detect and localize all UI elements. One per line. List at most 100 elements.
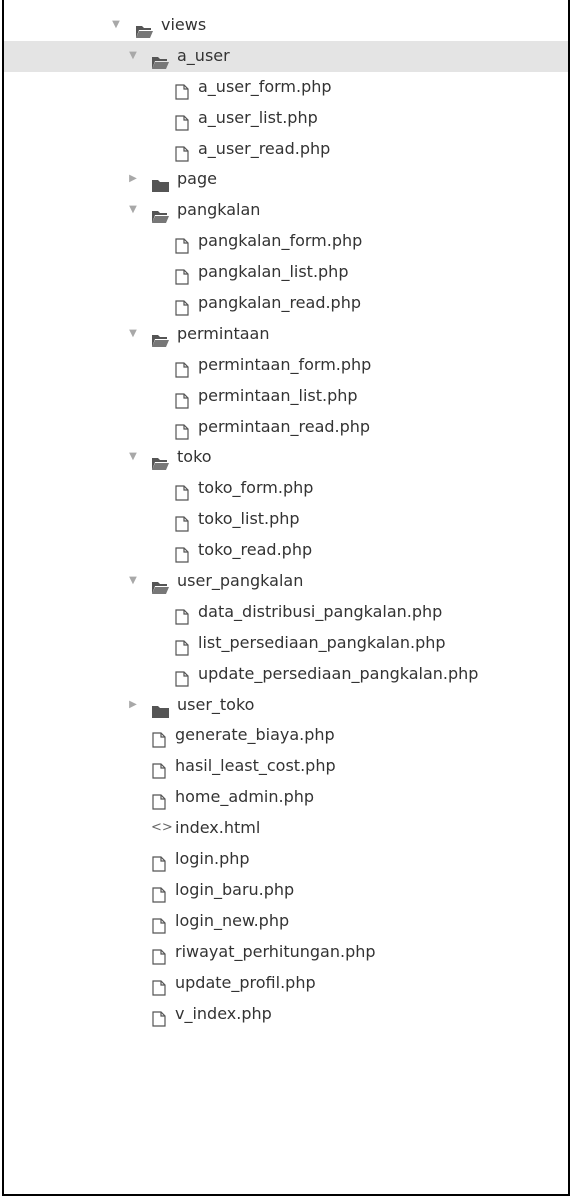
triangle-down-icon[interactable]: ▼ <box>127 195 139 226</box>
tree-item-label: login_new.php <box>175 910 290 930</box>
file-row-permintaan-read-php[interactable]: permintaan_read.php <box>4 412 568 443</box>
triangle-down-icon[interactable]: ▼ <box>127 442 139 473</box>
tree-item-label: pangkalan_list.php <box>198 262 349 282</box>
file-icon <box>152 945 166 965</box>
file-row-home-admin-php[interactable]: home_admin.php <box>4 782 568 813</box>
tree-item-label: update_persediaan_pangkalan.php <box>198 663 479 683</box>
file-icon <box>152 976 166 996</box>
file-icon <box>152 790 166 810</box>
file-icon <box>152 883 166 903</box>
file-row-permintaan-list-php[interactable]: permintaan_list.php <box>4 381 568 412</box>
file-row-login-new-php[interactable]: login_new.php <box>4 906 568 937</box>
file-icon <box>175 636 189 656</box>
file-icon <box>175 389 189 409</box>
triangle-down-icon[interactable]: ▼ <box>127 319 139 350</box>
folder-icon <box>151 699 170 718</box>
file-row-a-user-list-php[interactable]: a_user_list.php <box>4 103 568 134</box>
file-icon <box>152 852 166 872</box>
file-icon <box>175 80 189 100</box>
folder-icon <box>151 451 170 471</box>
file-row-permintaan-form-php[interactable]: permintaan_form.php <box>4 350 568 381</box>
tree-item-label: v_index.php <box>175 1003 272 1023</box>
file-icon <box>152 1007 166 1027</box>
file-row-pangkalan-read-php[interactable]: pangkalan_read.php <box>4 288 568 319</box>
file-row-update-persediaan-pangkalan-php[interactable]: update_persediaan_pangkalan.php <box>4 659 568 690</box>
tree-item-label: pangkalan_read.php <box>198 293 362 313</box>
tree-item-label: generate_biaya.php <box>175 725 335 745</box>
file-row-login-baru-php[interactable]: login_baru.php <box>4 875 568 906</box>
tree-item-label: a_user_read.php <box>198 138 331 158</box>
file-row-toko-form-php[interactable]: toko_form.php <box>4 473 568 504</box>
file-row-a-user-form-php[interactable]: a_user_form.php <box>4 72 568 103</box>
tree-item-label: user_pangkalan <box>177 571 304 591</box>
tree-item-label: toko_list.php <box>198 509 300 529</box>
triangle-right-icon[interactable]: ▶ <box>127 164 139 195</box>
file-row-data-distribusi-pangkalan-php[interactable]: data_distribusi_pangkalan.php <box>4 597 568 628</box>
folder-row-a-user[interactable]: ▼ a_user <box>4 40 568 72</box>
tree-item-label: permintaan_list.php <box>198 385 358 405</box>
file-row-riwayat-perhitungan-php[interactable]: riwayat_perhitungan.php <box>4 937 568 968</box>
file-row-update-profil-php[interactable]: update_profil.php <box>4 968 568 999</box>
folder-row-user-pangkalan[interactable]: ▼ user_pangkalan <box>4 566 568 597</box>
file-icon <box>175 481 189 501</box>
file-row-toko-list-php[interactable]: toko_list.php <box>4 504 568 535</box>
file-row-list-persediaan-pangkalan-php[interactable]: list_persediaan_pangkalan.php <box>4 628 568 659</box>
folder-icon <box>135 19 154 38</box>
file-icon <box>152 728 166 749</box>
tree-item-label: permintaan_read.php <box>198 416 371 436</box>
folder-icon <box>151 173 170 193</box>
tree-item-label: data_distribusi_pangkalan.php <box>198 601 443 621</box>
folder-icon <box>151 50 170 69</box>
file-tree-panel: ▼ views ▼ a_user a_user_form.php a_user_list.… <box>2 0 570 1196</box>
file-icon <box>175 667 189 687</box>
tree-item-label: toko_form.php <box>198 478 314 498</box>
triangle-down-icon[interactable]: ▼ <box>127 41 139 72</box>
file-row-a-user-read-php[interactable]: a_user_read.php <box>4 134 568 165</box>
folder-row-user-toko[interactable]: ▶ user_toko <box>4 690 568 721</box>
file-tree: ▼ views ▼ a_user a_user_form.php a_user_list.… <box>4 10 568 1029</box>
file-icon <box>175 142 189 162</box>
tree-item-label: toko <box>177 447 212 467</box>
tree-item-label: toko_read.php <box>198 540 313 560</box>
tree-item-label: pangkalan_form.php <box>198 231 363 251</box>
folder-icon <box>151 328 170 347</box>
folder-row-toko[interactable]: ▼ toko <box>4 442 568 473</box>
file-icon <box>175 296 189 316</box>
file-row-generate-biaya-php[interactable]: generate_biaya.php <box>4 720 568 751</box>
file-icon <box>175 512 189 532</box>
file-row-pangkalan-form-php[interactable]: pangkalan_form.php <box>4 226 568 257</box>
file-row-v-index-php[interactable]: v_index.php <box>4 999 568 1030</box>
file-icon <box>175 234 189 254</box>
folder-row-permintaan[interactable]: ▼ permintaan <box>4 319 568 350</box>
tree-item-label: views <box>161 15 207 34</box>
file-row-login-php[interactable]: login.php <box>4 844 568 875</box>
file-row-pangkalan-list-php[interactable]: pangkalan_list.php <box>4 257 568 288</box>
tree-item-label: a_user <box>177 45 230 65</box>
tree-item-label: a_user_form.php <box>198 76 332 96</box>
file-row-toko-read-php[interactable]: toko_read.php <box>4 535 568 566</box>
tree-item-label: a_user_list.php <box>198 107 318 127</box>
file-icon <box>152 759 166 779</box>
tree-item-label: user_toko <box>177 694 255 714</box>
file-icon <box>175 265 189 285</box>
tree-item-label: login.php <box>175 849 250 869</box>
tree-item-label: index.html <box>175 818 261 838</box>
tree-item-label: permintaan <box>177 323 270 343</box>
triangle-down-icon[interactable]: ▼ <box>110 10 122 41</box>
folder-icon <box>151 204 170 224</box>
tree-item-label: home_admin.php <box>175 787 315 807</box>
file-row-index-html[interactable]: <> index.html <box>4 813 568 844</box>
tree-item-label: update_profil.php <box>175 972 316 992</box>
file-icon <box>175 605 189 625</box>
folder-row-pangkalan[interactable]: ▼ pangkalan <box>4 195 568 226</box>
folder-icon <box>151 575 170 595</box>
tree-item-label: riwayat_perhitungan.php <box>175 941 376 961</box>
triangle-right-icon[interactable]: ▶ <box>127 690 139 721</box>
folder-row-page[interactable]: ▶ page <box>4 164 568 195</box>
triangle-down-icon[interactable]: ▼ <box>127 566 139 597</box>
folder-row-views[interactable]: ▼ views <box>4 10 568 41</box>
file-icon <box>175 420 189 440</box>
tree-item-label: list_persediaan_pangkalan.php <box>198 632 446 652</box>
tree-item-label: hasil_least_cost.php <box>175 756 336 776</box>
file-row-hasil-least-cost-php[interactable]: hasil_least_cost.php <box>4 751 568 782</box>
